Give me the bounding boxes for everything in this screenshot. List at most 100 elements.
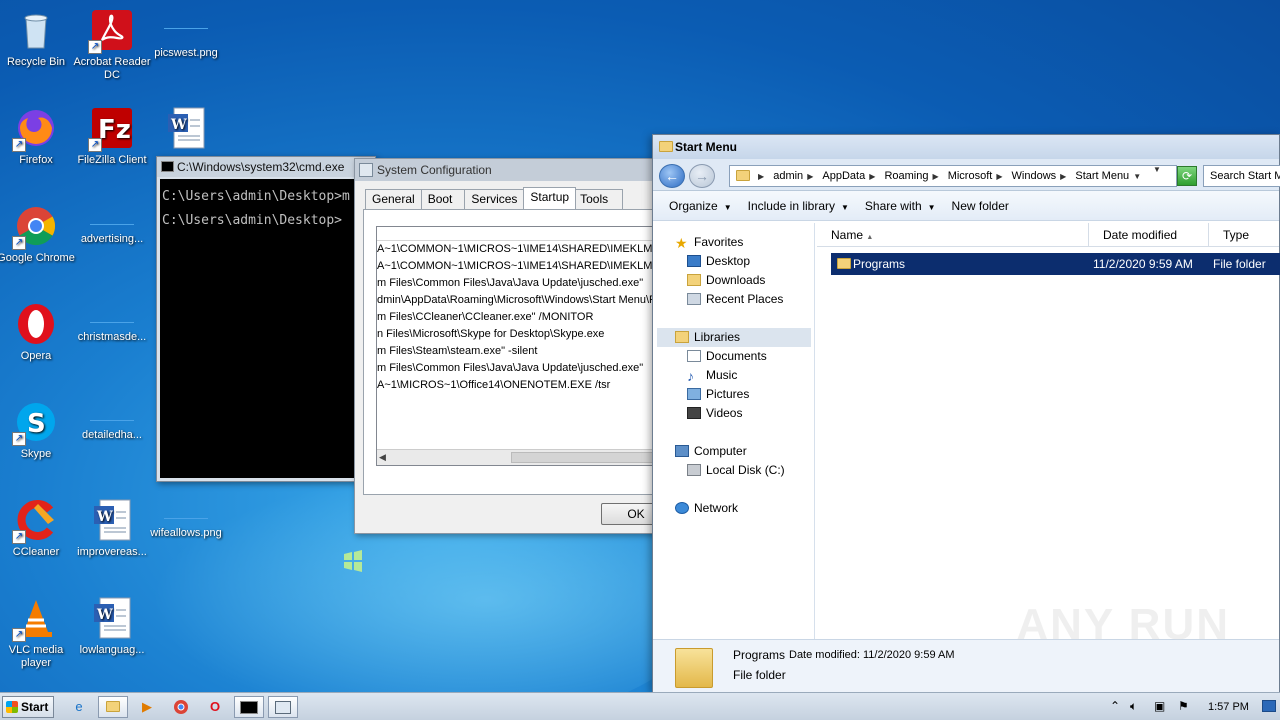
show-hidden-icons-icon[interactable]: ⌃ [1110, 699, 1120, 713]
explorer-titlebar[interactable]: Start Menu [653, 135, 1279, 159]
desktop-icon-acrobat[interactable]: ↗ Acrobat Reader DC [72, 8, 152, 82]
nav-pictures[interactable]: Pictures [687, 385, 749, 404]
network-status-icon[interactable]: ▣ [1154, 699, 1165, 713]
nav-network[interactable]: Network [675, 499, 738, 518]
desktop-icon-vlc[interactable]: ↗ VLC media player [0, 596, 76, 670]
desktop-icon-ccleaner[interactable]: ↗ CCleaner [0, 498, 76, 559]
breadcrumb-item[interactable]: Windows [1012, 166, 1057, 186]
internet-explorer-icon[interactable]: e [64, 696, 94, 718]
table-row[interactable]: Programs 11/2/2020 9:59 AM File folder [831, 253, 1280, 275]
column-date-modified[interactable]: Date modified [1089, 223, 1209, 247]
breadcrumb-item[interactable]: Start Menu [1075, 166, 1129, 186]
nav-recent-places[interactable]: Recent Places [687, 290, 783, 309]
chevron-right-icon[interactable]: ▶ [869, 167, 875, 186]
startup-row[interactable]: n Files\Microsoft\Skype for Desktop\Skyp… [377, 326, 663, 343]
desktop-icon-firefox[interactable]: ↗ Firefox [0, 106, 76, 167]
nav-downloads[interactable]: Downloads [687, 271, 765, 290]
cmd-console[interactable]: C:\Users\admin\Desktop>m C:\Users\admin\… [160, 179, 375, 478]
nav-videos[interactable]: Videos [687, 404, 742, 423]
nav-documents[interactable]: Documents [687, 347, 767, 366]
desktop-icon-chrome[interactable]: ↗ Google Chrome [0, 204, 76, 265]
forward-button[interactable]: → [689, 164, 715, 188]
startup-row[interactable]: m Files\Steam\steam.exe" -silent [377, 343, 663, 360]
scroll-left-icon[interactable]: ◀ [379, 452, 386, 463]
opera-taskbar-icon[interactable]: O [200, 696, 230, 718]
include-in-library-menu[interactable]: Include in library ▼ [748, 199, 849, 213]
breadcrumb-item[interactable]: AppData [822, 166, 865, 186]
startup-items-list[interactable]: A~1\COMMON~1\MICROS~1\IME14\SHARED\IMEKL… [376, 226, 664, 466]
desktop-icon-word-doc[interactable]: W [146, 106, 226, 154]
nav-local-disk[interactable]: Local Disk (C:) [687, 461, 785, 480]
organize-menu[interactable]: Organize ▼ [669, 199, 732, 213]
volume-icon[interactable]: 🔈︎ [1130, 699, 1137, 714]
cmd-taskbar-icon[interactable] [234, 696, 264, 718]
breadcrumb-item[interactable]: Roaming [884, 166, 928, 186]
recent-places-icon [687, 293, 701, 305]
back-button[interactable]: ← [659, 164, 685, 188]
desktop-icon-skype[interactable]: S ↗ Skype [0, 400, 76, 461]
desktop-icon-recycle-bin[interactable]: Recycle Bin [0, 8, 76, 69]
nav-desktop[interactable]: Desktop [687, 252, 750, 271]
startup-row[interactable]: m Files\CCleaner\CCleaner.exe" /MONITOR [377, 309, 663, 326]
desktop-icon-picswest[interactable]: picswest.png [146, 8, 226, 60]
start-button[interactable]: Start [2, 696, 54, 718]
share-with-menu[interactable]: Share with ▼ [865, 199, 936, 213]
new-folder-button[interactable]: New folder [952, 199, 1009, 213]
scrollbar-thumb[interactable] [511, 452, 661, 463]
downloads-icon [687, 274, 701, 286]
desktop-icon-filezilla[interactable]: Fz ↗ FileZilla Client [72, 106, 152, 167]
show-desktop-button[interactable] [1262, 700, 1276, 712]
breadcrumb-item[interactable]: admin [773, 166, 803, 186]
column-name[interactable]: Name ▲ [817, 223, 1089, 247]
breadcrumb-item[interactable]: Microsoft [948, 166, 993, 186]
nav-computer[interactable]: Computer [675, 442, 747, 461]
explorer-taskbar-icon[interactable] [98, 696, 128, 718]
tab-services[interactable]: Services [464, 189, 525, 209]
chevron-down-icon[interactable]: ▼ [1133, 167, 1141, 186]
desktop-icon-advertising[interactable]: advertising... [72, 204, 152, 246]
desktop-icon-lowlanguag[interactable]: W lowlanguag... [72, 596, 152, 657]
nav-music[interactable]: ♪ Music [687, 366, 737, 385]
address-bar[interactable]: ▶ admin ▶ AppData ▶ Roaming ▶ Microsoft ▶ Wi… [729, 165, 1177, 187]
tab-general[interactable]: General [365, 189, 422, 209]
chevron-right-icon[interactable]: ▶ [996, 167, 1002, 186]
startup-row[interactable]: m Files\Common Files\Java\Java Update\ju… [377, 275, 663, 292]
startup-row[interactable]: A~1\MICROS~1\Office14\ONENOTEM.EXE /tsr [377, 377, 663, 394]
msconfig-taskbar-icon[interactable] [268, 696, 298, 718]
tab-tools[interactable]: Tools [575, 189, 624, 209]
system-configuration-window[interactable]: System Configuration General Boot Servic… [354, 158, 672, 538]
horizontal-scrollbar[interactable]: ◀ [377, 449, 663, 465]
file-list[interactable]: Name ▲ Date modified Type Programs 11/2/… [817, 223, 1280, 639]
nav-favorites[interactable]: ★ Favorites [675, 233, 743, 252]
media-player-icon[interactable]: ▶ [132, 696, 162, 718]
chrome-taskbar-icon[interactable] [166, 696, 196, 718]
startup-row[interactable]: A~1\COMMON~1\MICROS~1\IME14\SHARED\IMEKL… [377, 241, 663, 258]
chevron-right-icon[interactable]: ▶ [932, 167, 938, 186]
chevron-right-icon[interactable]: ▶ [1060, 167, 1066, 186]
pictures-icon [687, 388, 701, 400]
startup-row[interactable]: dmin\AppData\Roaming\Microsoft\Windows\S… [377, 292, 663, 309]
command-bar: Organize ▼ Include in library ▼ Share with… [653, 191, 1279, 221]
cmd-titlebar[interactable]: C:\Windows\system32\cmd.exe [157, 157, 375, 177]
search-input[interactable]: Search Start M [1203, 165, 1280, 187]
column-type[interactable]: Type [1209, 223, 1280, 247]
chevron-right-icon[interactable]: ▶ [807, 167, 813, 186]
cmd-window[interactable]: C:\Windows\system32\cmd.exe C:\Users\adm… [156, 156, 376, 482]
action-center-flag-icon[interactable]: ⚑ [1178, 699, 1189, 713]
msconfig-titlebar[interactable]: System Configuration [355, 159, 653, 181]
startup-row[interactable]: m Files\Common Files\Java\Java Update\ju… [377, 360, 663, 377]
desktop-icon-wifeallows[interactable]: wifeallows.png [146, 498, 226, 540]
desktop-icon-opera[interactable]: Opera [0, 302, 76, 363]
desktop-icon-improvereas[interactable]: W improvereas... [72, 498, 152, 559]
refresh-button[interactable]: ⟳ [1177, 166, 1197, 186]
address-dropdown-icon[interactable]: ▼ [1153, 165, 1161, 174]
desktop-icon-christmasde[interactable]: christmasde... [72, 302, 152, 344]
nav-label: Desktop [706, 254, 751, 268]
desktop-icon-detailedha[interactable]: detailedha... [72, 400, 152, 442]
tab-startup[interactable]: Startup [523, 187, 577, 209]
startup-row[interactable]: A~1\COMMON~1\MICROS~1\IME14\SHARED\IMEKL… [377, 258, 663, 275]
chevron-right-icon: ▶ [758, 172, 765, 181]
tab-boot[interactable]: Boot [420, 189, 466, 209]
clock[interactable]: 1:57 PM [1208, 693, 1249, 720]
nav-libraries[interactable]: Libraries [657, 328, 811, 347]
